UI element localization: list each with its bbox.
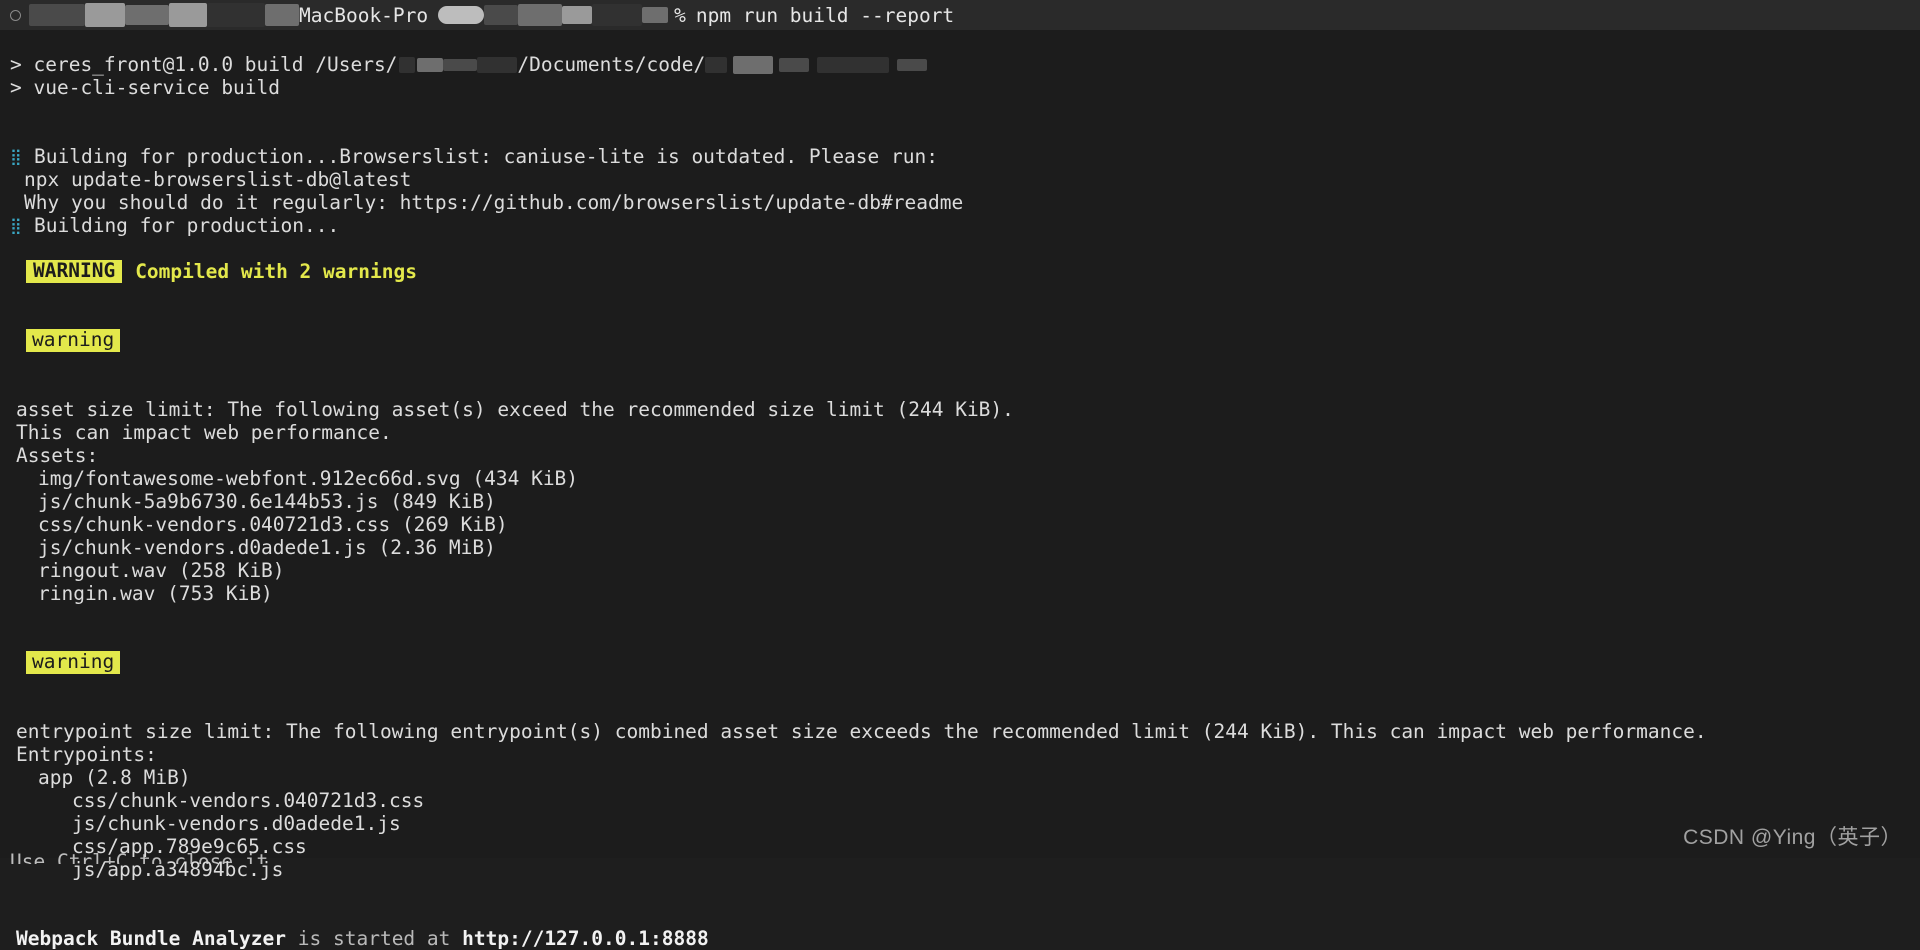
entrypoint-file-text: js/chunk-vendors.d0adede1.js	[72, 812, 401, 835]
asset-warning-badge-line: warning	[26, 329, 1920, 352]
compiled-warning-message: Compiled with 2 warnings	[135, 260, 417, 283]
shell-prompt-line: MacBook-Pro % npm run build --report	[0, 0, 1920, 30]
vue-cli-service-text: > vue-cli-service build	[10, 76, 281, 99]
redacted-home-block-3	[443, 58, 478, 71]
asset-item-text: ringin.wav (753 KiB)	[38, 582, 273, 605]
terminal-output: > ceres_front@1.0.0 build /Users/ /Docum…	[0, 30, 1920, 950]
prompt-command[interactable]: npm run build --report	[696, 4, 954, 27]
redacted-project-block-5	[897, 58, 928, 71]
asset-list-item: css/chunk-vendors.040721d3.css (269 KiB)	[10, 513, 1920, 536]
npm-script-line: > ceres_front@1.0.0 build /Users/ /Docum…	[10, 53, 1920, 76]
analyzer-middle-text: is started at	[286, 927, 463, 950]
asset-list-item: js/chunk-5a9b6730.6e144b53.js (849 KiB)	[10, 490, 1920, 513]
building-again-text: Building for production...	[34, 214, 340, 237]
session-status-dot	[10, 9, 21, 21]
spacer-line-5	[10, 283, 1920, 306]
analyzer-name: Webpack Bundle Analyzer	[16, 927, 287, 950]
asset-item-text: css/chunk-vendors.040721d3.css (269 KiB)	[38, 513, 508, 536]
assets-section-label-text: Assets:	[16, 444, 99, 467]
entrypoint-file-item: js/app.a34894bc.js	[10, 858, 1920, 881]
entrypoint-file-item: css/app.789e9c65.css	[10, 835, 1920, 858]
asset-list-item: ringout.wav (258 KiB)	[10, 559, 1920, 582]
redacted-home-block	[399, 56, 416, 73]
asset-item-text: js/chunk-vendors.d0adede1.js (2.36 MiB)	[38, 536, 496, 559]
redacted-project-block	[705, 56, 728, 73]
vue-cli-service-line: > vue-cli-service build	[10, 76, 1920, 99]
redacted-directory-block-6	[642, 7, 669, 23]
building-browserslist-text: Building for production...Browserslist: …	[34, 145, 938, 168]
entrypoints-section-label-text: Entrypoints:	[16, 743, 157, 766]
status-badge-warning-asset: warning	[26, 329, 121, 352]
terminal-window: MacBook-Pro % npm run build --report > c…	[0, 0, 1920, 950]
redacted-directory-block-2	[484, 5, 519, 25]
redacted-username-block-2	[85, 3, 125, 27]
entrypoint-name-text: app (2.8 MiB)	[38, 766, 191, 789]
redacted-project-block-3	[779, 57, 810, 72]
compiled-warning-line: WARNING Compiled with 2 warnings	[26, 260, 1920, 283]
entrypoint-file-item: css/chunk-vendors.040721d3.css	[10, 789, 1920, 812]
npm-script-path-middle: /Documents/code/	[517, 53, 706, 76]
redacted-hostname-block-4	[265, 4, 299, 26]
asset-list-item: ringin.wav (753 KiB)	[10, 582, 1920, 605]
redacted-directory-block	[438, 6, 485, 24]
why-regularly-line: Why you should do it regularly: https://…	[10, 191, 1920, 214]
redacted-hostname-block	[125, 5, 169, 25]
assets-section-label: Assets:	[10, 444, 1920, 467]
building-browserslist-line: ⣿ Building for production...Browserslist…	[10, 145, 1920, 168]
npx-update-line: npx update-browserslist-db@latest	[10, 168, 1920, 191]
prompt-symbol: %	[674, 3, 686, 27]
npm-script-prefix: > ceres_front@1.0.0 build /Users/	[10, 53, 398, 76]
asset-list-item: img/fontawesome-webfont.912ec66d.svg (43…	[10, 467, 1920, 490]
asset-warning-subline: This can impact web performance.	[10, 421, 1920, 444]
asset-warning-subline-text: This can impact web performance.	[16, 421, 392, 444]
redacted-directory-block-3	[518, 4, 563, 26]
redacted-hostname-block-3	[207, 3, 265, 27]
redacted-project-block-4	[817, 56, 890, 73]
spacer-line-8	[10, 375, 1920, 398]
entrypoint-file-text: css/chunk-vendors.040721d3.css	[72, 789, 425, 812]
building-again-line: ⣿ Building for production...	[10, 214, 1920, 237]
entrypoint-file-item: js/chunk-vendors.d0adede1.js	[10, 812, 1920, 835]
redacted-directory-block-5	[592, 4, 643, 26]
npx-update-text: npx update-browserslist-db@latest	[24, 168, 412, 191]
asset-item-text: ringout.wav (258 KiB)	[38, 559, 285, 582]
redacted-project-block-2	[733, 55, 774, 74]
status-badge-warning: WARNING	[26, 260, 123, 283]
spacer-line-11	[10, 674, 1920, 697]
asset-item-text: img/fontawesome-webfont.912ec66d.svg (43…	[38, 467, 579, 490]
redacted-home-block-2	[417, 57, 444, 72]
spacer-line-9	[10, 605, 1920, 628]
entrypoint-name-line: app (2.8 MiB)	[10, 766, 1920, 789]
clipped-bottom-line: Use Ctrl+C to close it	[10, 850, 269, 864]
spacer-line-6	[10, 306, 1920, 329]
spacer-line-2	[10, 99, 1920, 122]
spinner-icon-2: ⣿	[10, 216, 22, 235]
redacted-directory-block-4	[562, 6, 593, 24]
entrypoint-warning-headline: entrypoint size limit: The following ent…	[10, 720, 1920, 743]
redacted-home-block-4	[477, 56, 518, 73]
spacer-line-14	[10, 904, 1920, 927]
redacted-username-block	[29, 4, 85, 26]
asset-item-text: js/chunk-5a9b6730.6e144b53.js (849 KiB)	[38, 490, 496, 513]
spacer-line-4	[10, 237, 1920, 260]
entrypoints-section-label: Entrypoints:	[10, 743, 1920, 766]
analyzer-url[interactable]: http://127.0.0.1:8888	[462, 927, 709, 950]
spacer-line-3	[10, 122, 1920, 145]
spacer-line-7	[10, 352, 1920, 375]
entrypoint-warning-badge-line: warning	[26, 651, 1920, 674]
asset-warning-headline: asset size limit: The following asset(s)…	[10, 398, 1920, 421]
asset-warning-headline-text: asset size limit: The following asset(s)…	[16, 398, 1014, 421]
spacer-line-10	[10, 628, 1920, 651]
spacer-line-13	[10, 881, 1920, 904]
why-regularly-text: Why you should do it regularly: https://…	[24, 191, 964, 214]
hostname-label: MacBook-Pro	[299, 3, 429, 27]
asset-list-item: js/chunk-vendors.d0adede1.js (2.36 MiB)	[10, 536, 1920, 559]
spacer-line-12	[10, 697, 1920, 720]
redacted-hostname-block-2	[169, 3, 207, 27]
spinner-icon: ⣿	[10, 147, 22, 166]
entrypoint-warning-headline-text: entrypoint size limit: The following ent…	[16, 720, 1707, 743]
analyzer-started-line: Webpack Bundle Analyzer is started at ht…	[10, 927, 1920, 950]
status-badge-warning-entrypoint: warning	[26, 651, 121, 674]
